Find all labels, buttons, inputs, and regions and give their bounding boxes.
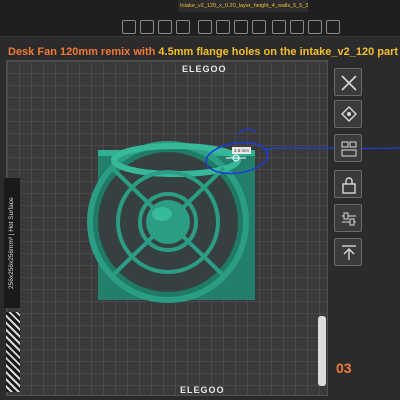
settings-icon bbox=[342, 212, 356, 226]
fan-hub bbox=[146, 200, 190, 244]
fan-model[interactable] bbox=[0, 0, 400, 400]
close-tool-button[interactable] bbox=[334, 68, 362, 96]
paint-icon bbox=[341, 106, 357, 122]
arrow-up-icon bbox=[342, 245, 356, 260]
layout-icon bbox=[341, 141, 357, 157]
move-up-tool-button[interactable] bbox=[334, 238, 362, 266]
close-icon bbox=[341, 75, 357, 91]
layout-tool-button[interactable] bbox=[334, 134, 362, 162]
paint-tool-button[interactable] bbox=[334, 100, 362, 128]
plate-number: 03 bbox=[336, 360, 352, 376]
lock-tool-button[interactable] bbox=[334, 170, 362, 198]
lock-icon bbox=[342, 177, 356, 194]
annotation-arrow bbox=[261, 147, 400, 151]
settings-tool-button[interactable] bbox=[334, 204, 362, 232]
layer-slider[interactable] bbox=[318, 316, 326, 386]
dimension-label: 4.5 mm bbox=[232, 147, 252, 154]
